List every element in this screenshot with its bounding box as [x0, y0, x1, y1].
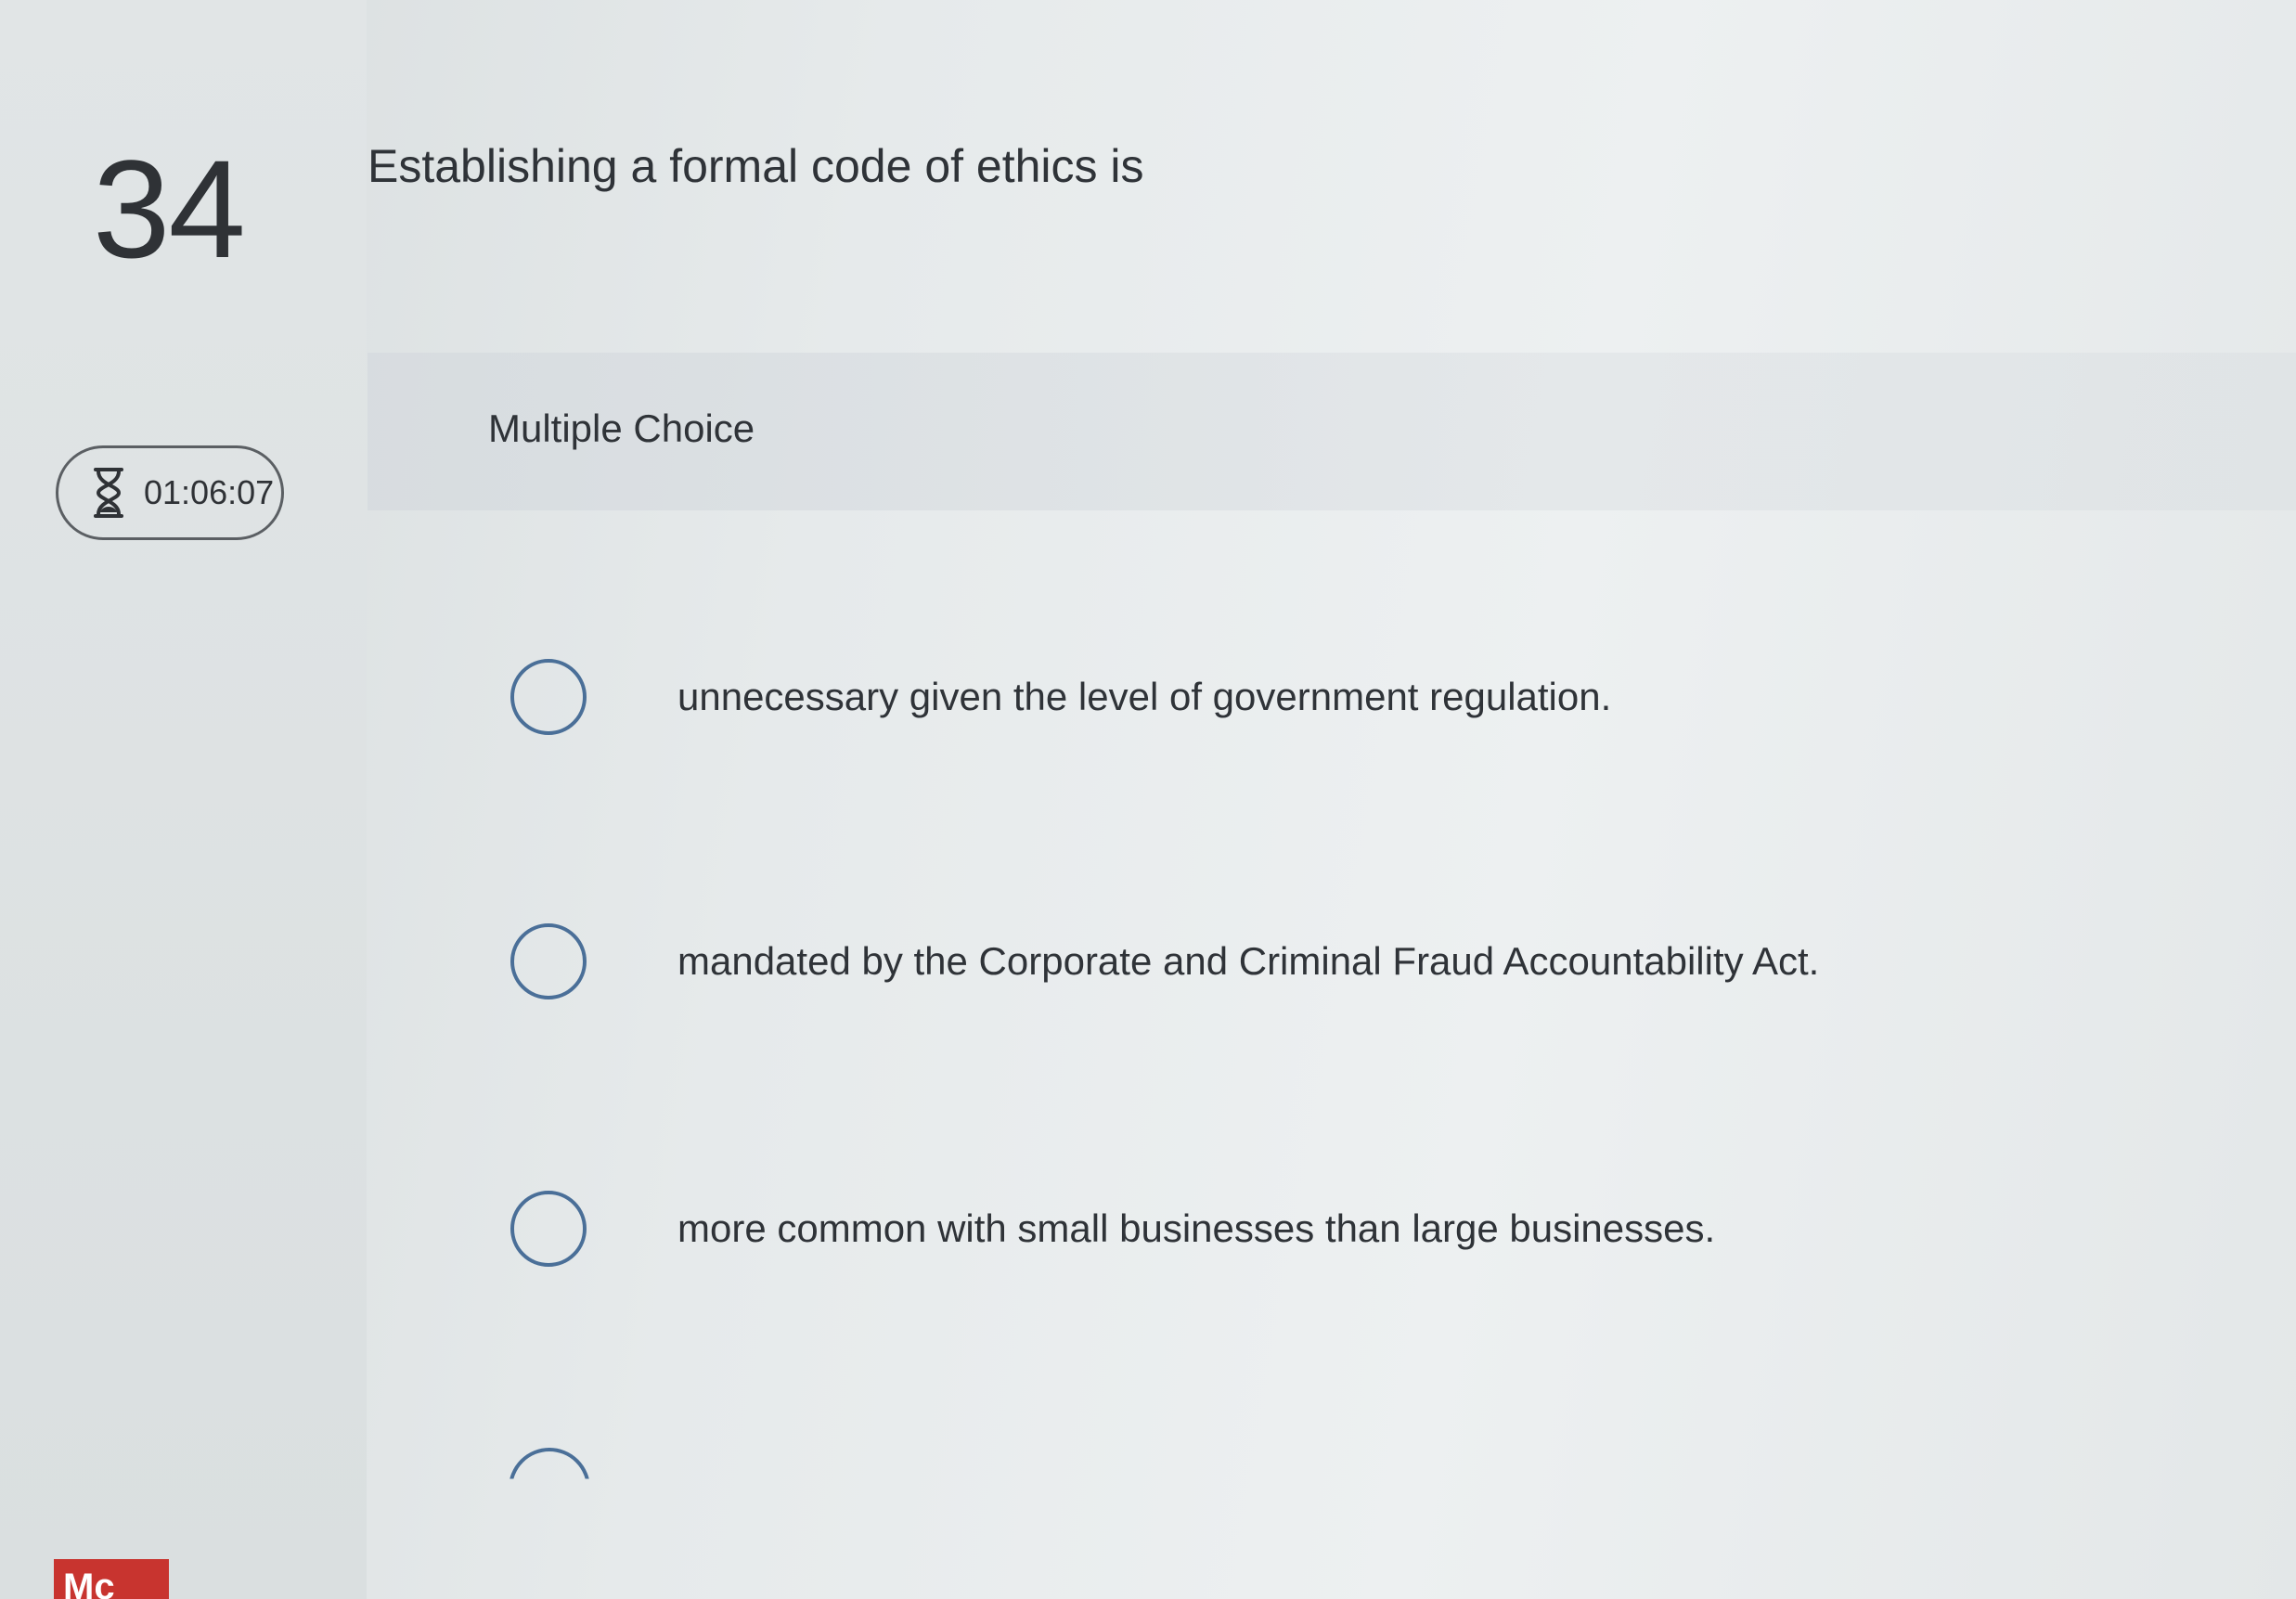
radio-button-partial[interactable] — [509, 1448, 590, 1479]
choice-option-3[interactable]: more common with small businesses than l… — [510, 1191, 1715, 1267]
question-type-label: Multiple Choice — [488, 406, 755, 450]
question-number: 34 — [93, 131, 246, 287]
timer-value: 01:06:07 — [144, 473, 275, 511]
timer[interactable]: 01:06:07 — [56, 445, 284, 540]
choice-option-1[interactable]: unnecessary given the level of governmen… — [510, 659, 1611, 735]
question-prompt: Establishing a formal code of ethics is — [368, 140, 1144, 192]
radio-button[interactable] — [510, 659, 587, 735]
radio-button[interactable] — [510, 1191, 587, 1267]
quiz-page: 34 01:06:07 Mc Establishing a formal cod… — [0, 0, 2296, 1599]
hourglass-icon — [90, 466, 127, 520]
question-sidebar: 34 01:06:07 Mc — [0, 0, 367, 1599]
radio-button[interactable] — [510, 923, 587, 999]
choice-option-2[interactable]: mandated by the Corporate and Criminal F… — [510, 923, 1819, 999]
question-type-band: Multiple Choice — [368, 353, 2296, 510]
choice-label: more common with small businesses than l… — [677, 1206, 1716, 1250]
brand-logo: Mc — [54, 1559, 169, 1599]
choice-label: unnecessary given the level of governmen… — [677, 675, 1612, 718]
choice-label: mandated by the Corporate and Criminal F… — [677, 939, 1820, 983]
